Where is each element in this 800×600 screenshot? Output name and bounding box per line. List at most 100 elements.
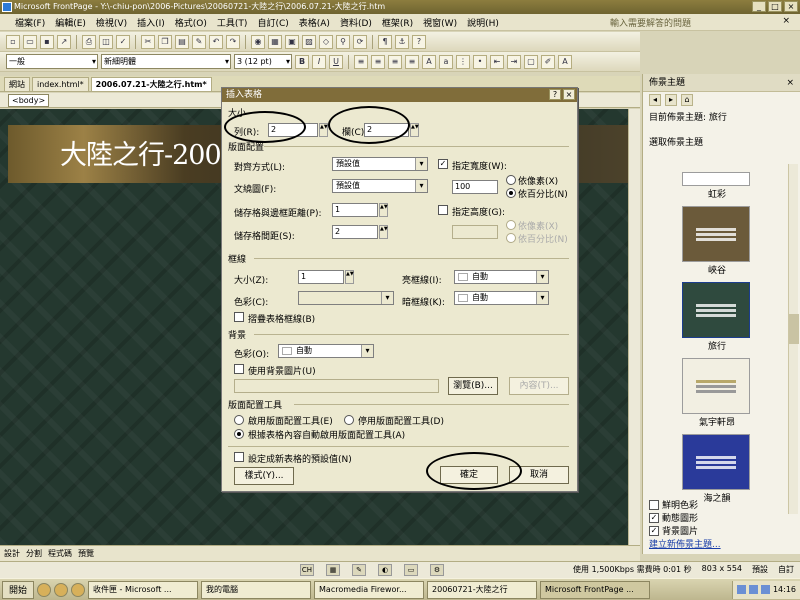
bg-color-select[interactable]: 自動 (278, 344, 374, 358)
width-percent-radio[interactable] (506, 188, 516, 198)
width-pixels-radio[interactable] (506, 175, 516, 185)
underline-button[interactable]: U (329, 54, 343, 69)
maximize-button[interactable]: □ (768, 1, 782, 12)
create-new-theme-link[interactable]: 建立新佈景主題... (649, 537, 721, 550)
rows-input[interactable]: 2 (268, 123, 318, 137)
quick-launch-ie-icon[interactable] (37, 582, 52, 597)
auto-tools-radio[interactable] (234, 429, 244, 439)
cell-padding-input[interactable]: 1 (332, 203, 378, 217)
theme-item[interactable]: 旅行 (682, 282, 752, 352)
status-icon[interactable]: CH (300, 564, 314, 576)
enable-tools-radio[interactable] (234, 415, 244, 425)
insert-picture-icon[interactable]: ▨ (302, 34, 316, 49)
close-document-button[interactable]: × (782, 16, 790, 26)
columns-input[interactable]: 2 (364, 123, 409, 137)
decrease-indent-icon[interactable]: ⇤ (490, 54, 504, 69)
quick-launch-icon[interactable] (54, 582, 69, 597)
theme-item[interactable]: 氣宇軒昂 (682, 358, 752, 428)
view-tab-design[interactable]: 設計 (4, 548, 20, 559)
taskbar-fireworks[interactable]: Macromedia Firewor... (314, 580, 425, 599)
start-button[interactable]: 開始 (2, 580, 35, 599)
menu-tools[interactable]: 工具(T) (212, 16, 253, 29)
decrease-font-icon[interactable]: a (439, 54, 453, 69)
bg-image-path[interactable] (234, 379, 439, 393)
align-center-icon[interactable]: ≡ (371, 54, 385, 69)
cell-spacing-input[interactable]: 2 (332, 225, 378, 239)
border-color-select[interactable] (298, 291, 394, 305)
cell-padding-spinner[interactable]: ▲▼ (379, 203, 388, 217)
tab-website[interactable]: 網站 (4, 77, 30, 91)
collapse-borders-checkbox[interactable] (234, 312, 244, 322)
taskbar-folder[interactable]: 20060721-大陸之行 (427, 580, 538, 599)
tab-index-html[interactable]: index.html* (32, 77, 89, 91)
theme-item[interactable]: 虹彩 (682, 172, 752, 200)
checkbox[interactable] (649, 499, 659, 510)
taskbar-my-computer[interactable]: 我的電腦 (201, 580, 312, 599)
checkbox[interactable]: ✓ (649, 512, 659, 523)
height-pixels-radio[interactable] (506, 220, 516, 230)
properties-button[interactable]: 內容(T)... (509, 377, 569, 395)
specify-height-checkbox[interactable] (438, 205, 448, 215)
scroll-thumb[interactable] (789, 314, 799, 344)
taskbar-outlook[interactable]: 收件匣 - Microsoft ... (88, 580, 199, 599)
light-border-select[interactable]: 自動 (454, 270, 549, 284)
menu-format[interactable]: 格式(O) (170, 16, 212, 29)
spelling-icon[interactable]: ✓ (116, 34, 130, 49)
numbering-icon[interactable]: ⋮ (456, 54, 470, 69)
print-icon[interactable]: ⎙ (82, 34, 96, 49)
dark-border-select[interactable]: 自動 (454, 291, 549, 305)
menu-table[interactable]: 表格(A) (294, 16, 335, 29)
option-animated-graphics[interactable]: ✓ 動態圖形 (649, 511, 721, 524)
cut-icon[interactable]: ✂ (141, 34, 155, 49)
border-size-input[interactable]: 1 (298, 270, 344, 284)
increase-font-icon[interactable]: A (422, 54, 436, 69)
insert-table-icon[interactable]: ▦ (268, 34, 282, 49)
specify-width-checkbox[interactable]: ✓ (438, 159, 448, 169)
preview-icon[interactable]: ◫ (99, 34, 113, 49)
task-pane-scrollbar[interactable] (788, 164, 799, 514)
view-tab-split[interactable]: 分割 (26, 548, 42, 559)
font-select[interactable]: 新細明體 (101, 54, 231, 69)
bold-button[interactable]: B (295, 54, 309, 69)
view-tab-preview[interactable]: 預覽 (78, 548, 94, 559)
highlight-icon[interactable]: ✐ (541, 54, 555, 69)
status-icon[interactable]: ⚙ (430, 564, 444, 576)
disable-tools-radio[interactable] (344, 415, 354, 425)
increase-indent-icon[interactable]: ⇥ (507, 54, 521, 69)
checkbox[interactable]: ✓ (649, 525, 659, 536)
insert-layer-icon[interactable]: ▣ (285, 34, 299, 49)
menu-data[interactable]: 資料(D) (335, 16, 377, 29)
style-select[interactable]: 一般 (6, 54, 98, 69)
menu-edit[interactable]: 編輯(E) (50, 16, 91, 29)
menu-window[interactable]: 視窗(W) (418, 16, 462, 29)
status-icon[interactable]: ✎ (352, 564, 366, 576)
tray-icon[interactable] (736, 585, 746, 594)
border-size-spinner[interactable]: ▲▼ (345, 270, 354, 284)
format-painter-icon[interactable]: ✎ (192, 34, 206, 49)
option-background-picture[interactable]: ✓ 背景圖片 (649, 524, 721, 537)
document-scrollbar[interactable] (628, 109, 640, 545)
close-window-button[interactable]: × (784, 1, 798, 12)
justify-icon[interactable]: ≡ (405, 54, 419, 69)
tray-icon[interactable] (760, 585, 770, 594)
browse-button[interactable]: 瀏覽(B)... (448, 377, 498, 395)
use-bg-image-checkbox[interactable] (234, 364, 244, 374)
status-icon[interactable]: ▦ (326, 564, 340, 576)
undo-icon[interactable]: ↶ (209, 34, 223, 49)
show-all-icon[interactable]: ¶ (378, 34, 392, 49)
style-button[interactable]: 樣式(Y)... (234, 467, 294, 485)
tab-current-page[interactable]: 2006.07.21-大陸之行.htm* (90, 77, 212, 91)
ok-button[interactable]: 確定 (440, 466, 498, 484)
columns-spinner[interactable]: ▲▼ (410, 123, 419, 137)
height-input[interactable] (452, 225, 498, 239)
theme-item[interactable]: 峽谷 (682, 206, 752, 276)
page-size[interactable]: 803 x 554 (702, 564, 742, 575)
cancel-button[interactable]: 取消 (509, 466, 569, 484)
dialog-close-button[interactable]: × (563, 89, 575, 100)
menu-frames[interactable]: 框架(R) (377, 16, 418, 29)
taskbar-frontpage[interactable]: Microsoft FrontPage ... (540, 580, 651, 599)
help-question-box[interactable]: 輸入需要解答的問題 (610, 16, 740, 29)
body-tag[interactable]: <body> (8, 94, 50, 107)
status-icon[interactable]: ◐ (378, 564, 392, 576)
option-vivid-colors[interactable]: 鮮明色彩 (649, 498, 721, 511)
